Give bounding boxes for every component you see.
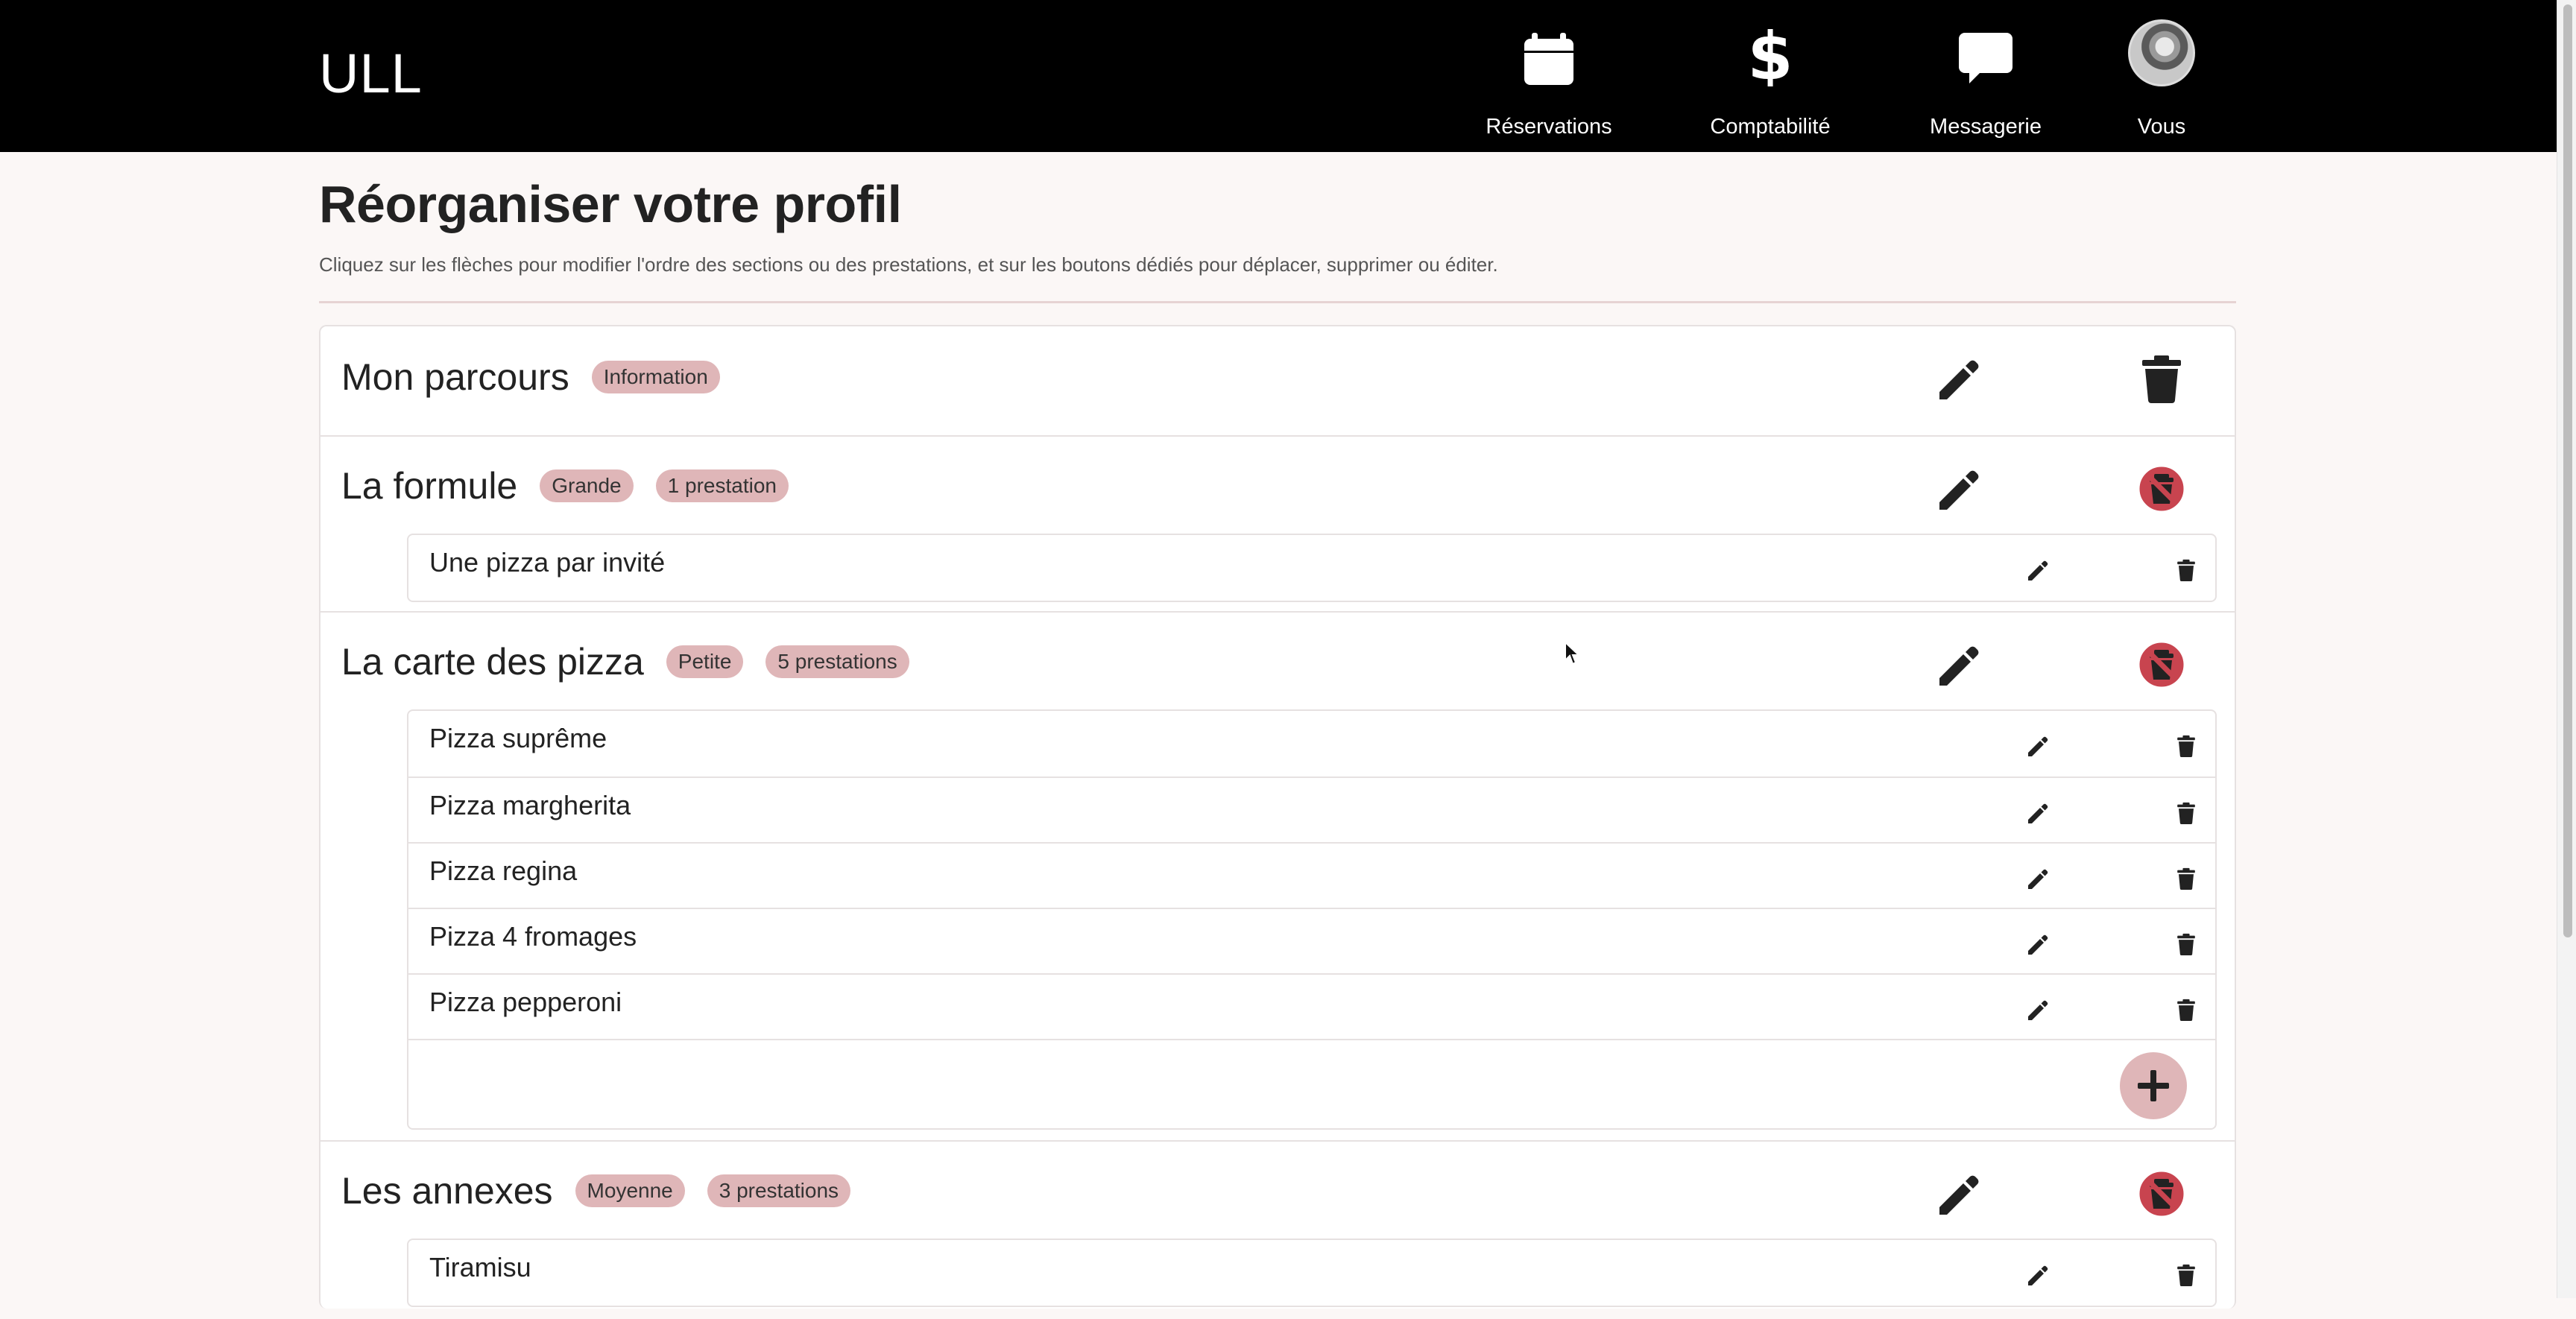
edit-section-button[interactable] <box>1928 635 1987 695</box>
section-title: Mon parcours <box>341 356 569 398</box>
section-badge: Moyenne <box>575 1174 685 1207</box>
section-title: Les annexes <box>341 1170 553 1212</box>
delete-prestation-button[interactable] <box>2168 860 2205 897</box>
prestation-list: Une pizza par invité <box>407 534 2217 602</box>
scrollbar-thumb[interactable] <box>2563 4 2572 937</box>
pencil-icon <box>2028 869 2048 889</box>
edit-section-button[interactable] <box>1928 1164 1987 1224</box>
prestation-label: Une pizza par invité <box>429 547 666 578</box>
trash-icon <box>2177 559 2195 581</box>
trash-icon <box>2177 1264 2195 1286</box>
edit-prestation-button[interactable] <box>2018 860 2056 897</box>
edit-prestation-button[interactable] <box>2018 926 2056 963</box>
pencil-icon <box>2028 934 2048 955</box>
pencil-icon <box>2028 736 2048 756</box>
section-badge: Petite <box>666 645 744 678</box>
mouse-cursor-icon <box>1565 641 1580 665</box>
pencil-icon <box>2028 803 2048 823</box>
dollar-icon: $ <box>1748 15 1793 86</box>
delete-section-disabled-button[interactable] <box>2132 459 2191 519</box>
section-badge: 1 prestation <box>655 469 789 502</box>
svg-text:$: $ <box>1748 24 1793 86</box>
calendar-icon <box>1523 15 1575 86</box>
section-title: La formule <box>341 465 518 507</box>
list-item: Pizza pepperoni <box>408 973 2215 1039</box>
delete-section-disabled-button[interactable] <box>2132 635 2191 695</box>
delete-prestation-button[interactable] <box>2168 794 2205 832</box>
pencil-icon <box>1939 470 1979 510</box>
section-badge: Grande <box>540 469 634 502</box>
prestation-label: Pizza margherita <box>429 790 631 820</box>
nav-comptabilite[interactable]: $ Comptabilité <box>1703 15 1837 142</box>
edit-section-button[interactable] <box>1928 459 1987 519</box>
delete-section-button[interactable] <box>2132 349 2191 408</box>
section-badge: Information <box>591 361 720 393</box>
pencil-icon <box>1939 1175 1979 1215</box>
delete-prestation-button[interactable] <box>2168 926 2205 963</box>
list-item: Pizza 4 fromages <box>408 908 2215 973</box>
edit-section-button[interactable] <box>1928 349 1987 408</box>
list-item: Pizza suprême <box>408 711 2215 776</box>
edit-prestation-button[interactable] <box>2018 1256 2056 1294</box>
prestation-label: Pizza 4 fromages <box>429 921 637 952</box>
section-la-carte-des-pizza: La carte des pizza Petite 5 prestations … <box>321 611 2235 1140</box>
prestation-list: Pizza suprême Pizza margherita Pizza reg… <box>407 709 2217 1130</box>
page-subtitle: Cliquez sur les flèches pour modifier l'… <box>319 253 1498 276</box>
sections-panel: Mon parcours Information La formule Gran… <box>319 325 2236 1309</box>
list-item: Tiramisu <box>408 1240 2215 1306</box>
section-mon-parcours: Mon parcours Information <box>321 326 2235 435</box>
delete-disabled-icon <box>2139 1171 2184 1216</box>
pencil-icon <box>2028 1000 2048 1020</box>
prestation-label: Pizza pepperoni <box>429 987 622 1017</box>
pencil-icon <box>1939 646 1979 686</box>
pencil-icon <box>1939 360 1979 399</box>
prestation-list: Tiramisu <box>407 1239 2217 1307</box>
section-badge: 3 prestations <box>707 1174 851 1207</box>
prestation-label: Pizza suprême <box>429 723 607 753</box>
delete-prestation-button[interactable] <box>2168 991 2205 1028</box>
section-title: La carte des pizza <box>341 641 644 683</box>
trash-icon <box>2177 735 2195 757</box>
prestation-label: Tiramisu <box>429 1252 531 1282</box>
nav-reservations[interactable]: Réservations <box>1482 15 1616 142</box>
nav-vous[interactable]: Vous <box>2124 15 2199 142</box>
message-icon <box>1957 15 2014 86</box>
app-logo[interactable]: ULL <box>319 42 423 105</box>
trash-icon <box>2142 355 2181 403</box>
plus-icon <box>2138 1070 2169 1101</box>
section-les-annexes: Les annexes Moyenne 3 prestations Tirami… <box>321 1140 2235 1319</box>
trash-icon <box>2177 867 2195 890</box>
list-item: Une pizza par invité <box>408 535 2215 601</box>
delete-section-disabled-button[interactable] <box>2132 1164 2191 1224</box>
prestation-label: Pizza regina <box>429 855 578 886</box>
edit-prestation-button[interactable] <box>2018 794 2056 832</box>
edit-prestation-button[interactable] <box>2018 551 2056 589</box>
section-badge: 5 prestations <box>765 645 909 678</box>
page-scrollbar[interactable] <box>2557 0 2576 1298</box>
section-la-formule: La formule Grande 1 prestation Une pizza… <box>321 435 2235 611</box>
list-footer <box>408 1039 2215 1128</box>
delete-prestation-button[interactable] <box>2168 1256 2205 1294</box>
edit-prestation-button[interactable] <box>2018 727 2056 765</box>
pencil-icon <box>2028 560 2048 581</box>
delete-disabled-icon <box>2139 642 2184 687</box>
trash-icon <box>2177 802 2195 824</box>
edit-prestation-button[interactable] <box>2018 991 2056 1028</box>
pencil-icon <box>2028 1265 2048 1285</box>
page-title: Réorganiser votre profil <box>319 175 902 233</box>
delete-disabled-icon <box>2139 466 2184 511</box>
avatar <box>2128 19 2195 86</box>
add-prestation-button[interactable] <box>2120 1052 2187 1119</box>
trash-icon <box>2177 999 2195 1021</box>
list-item: Pizza margherita <box>408 776 2215 842</box>
nav-messagerie[interactable]: Messagerie <box>1919 15 2053 142</box>
trash-icon <box>2177 933 2195 955</box>
divider <box>319 301 2236 303</box>
top-navbar: ULL Réservations $ Comptabilité Messager… <box>0 0 2557 152</box>
list-item: Pizza regina <box>408 842 2215 908</box>
delete-prestation-button[interactable] <box>2168 551 2205 589</box>
delete-prestation-button[interactable] <box>2168 727 2205 765</box>
